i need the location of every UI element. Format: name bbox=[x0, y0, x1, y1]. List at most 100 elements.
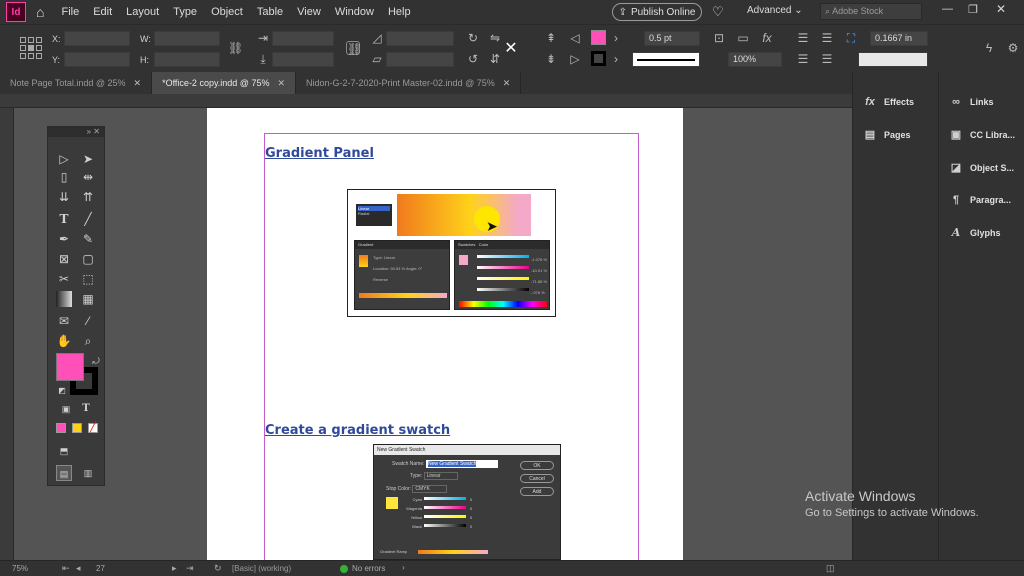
zoom-field[interactable]: 100% bbox=[728, 52, 782, 67]
publish-online-button[interactable]: ⇪ Publish Online bbox=[612, 3, 702, 21]
panel-effects[interactable]: fx Effects bbox=[863, 96, 914, 108]
select-content-icon[interactable]: ⇟ bbox=[544, 52, 558, 66]
scale-y-field[interactable] bbox=[272, 52, 334, 67]
gradient-feather-tool-icon[interactable]: ▦ bbox=[80, 291, 96, 307]
home-icon[interactable]: ⌂ bbox=[36, 4, 44, 20]
menu-table[interactable]: Table bbox=[250, 6, 290, 18]
zoom-tool-icon[interactable]: ⌕ bbox=[80, 333, 96, 349]
close-window-icon[interactable]: ✕ bbox=[996, 2, 1006, 16]
y-field[interactable] bbox=[64, 52, 130, 67]
tab-office-2[interactable]: *Office-2 copy.indd @ 75% ✕ bbox=[152, 72, 296, 94]
content-collector-icon[interactable]: ⇊ bbox=[56, 189, 72, 205]
reference-point-icon[interactable] bbox=[20, 37, 42, 59]
refresh-icon[interactable]: ↻ bbox=[214, 563, 222, 574]
shear-field[interactable] bbox=[386, 52, 454, 67]
apply-none-icon[interactable]: ╱ bbox=[88, 423, 98, 433]
stroke-dropdown-icon[interactable]: › bbox=[609, 52, 623, 66]
menu-layout[interactable]: Layout bbox=[119, 6, 166, 18]
note-tool-icon[interactable]: ✉ bbox=[56, 313, 72, 329]
gradient-swatch-tool-icon[interactable] bbox=[56, 291, 72, 307]
menu-type[interactable]: Type bbox=[166, 6, 204, 18]
scale-x-field[interactable] bbox=[272, 31, 334, 46]
constrain-proportions-icon[interactable]: ⛓ bbox=[228, 41, 243, 55]
workspace-switcher[interactable]: Advanced ⌄ bbox=[747, 5, 803, 16]
fill-color-swatch[interactable] bbox=[56, 353, 84, 381]
preflight-profile[interactable]: [Basic] (working) bbox=[232, 564, 291, 573]
preview-mode-icon[interactable]: ▥ bbox=[80, 465, 96, 481]
rotate-icon[interactable]: ◿ bbox=[370, 31, 384, 45]
line-tool-icon[interactable]: ╱ bbox=[80, 211, 96, 227]
offset-field[interactable]: 0.1667 in bbox=[870, 31, 928, 46]
swap-colors-icon[interactable]: ⤾ bbox=[88, 353, 104, 369]
tab-nidon[interactable]: Nidon-G-2-7-2020-Print Master-02.indd @ … bbox=[296, 72, 522, 94]
stroke-type-field[interactable] bbox=[632, 52, 700, 67]
menu-file[interactable]: File bbox=[54, 6, 86, 18]
close-tab-icon[interactable]: ✕ bbox=[277, 78, 285, 89]
restore-icon[interactable]: ❐ bbox=[968, 3, 978, 16]
flip-h-icon[interactable]: ⇋ bbox=[488, 31, 502, 45]
heading-create-gradient-swatch[interactable]: Create a gradient swatch bbox=[265, 423, 450, 438]
page-tool-icon[interactable]: ▯ bbox=[56, 169, 72, 185]
last-page-icon[interactable]: ⇥ bbox=[186, 563, 194, 574]
change-screen-mode-icon[interactable]: ⬒ bbox=[56, 443, 72, 459]
content-placer-icon[interactable]: ⇈ bbox=[80, 189, 96, 205]
effects-fx-icon[interactable]: fx bbox=[760, 31, 774, 45]
horizontal-ruler[interactable] bbox=[0, 94, 852, 108]
rectangle-frame-tool-icon[interactable]: ⊠ bbox=[56, 251, 72, 267]
select-container-icon[interactable]: ⇞ bbox=[544, 31, 558, 45]
formatting-text-icon[interactable]: T bbox=[78, 401, 94, 417]
indesign-logo[interactable]: Id bbox=[6, 2, 26, 22]
apply-gradient-icon[interactable] bbox=[72, 423, 82, 433]
link-icon[interactable]: ⛓ bbox=[346, 41, 362, 56]
align-right-icon[interactable]: ☰ bbox=[796, 52, 810, 66]
figure-new-gradient-swatch[interactable]: New Gradient Swatch Swatch Name: New Gra… bbox=[373, 444, 561, 560]
panel-pages[interactable]: ▤ Pages bbox=[863, 128, 911, 141]
rotate-field[interactable] bbox=[386, 31, 454, 46]
flip-v-icon[interactable]: ⇵ bbox=[488, 52, 502, 66]
free-transform-tool-icon[interactable]: ⬚ bbox=[80, 271, 96, 287]
figure-gradient-panel[interactable]: ➤ Linear Radial Gradient Type: Linear Lo… bbox=[347, 189, 556, 317]
shear-icon[interactable]: ▱ bbox=[370, 52, 384, 66]
scale-x-icon[interactable]: ⇥ bbox=[256, 31, 270, 45]
select-prev-icon[interactable]: ◁ bbox=[568, 31, 582, 45]
menu-help[interactable]: Help bbox=[381, 6, 418, 18]
w-field[interactable] bbox=[154, 31, 220, 46]
panel-glyphs[interactable]: A Glyphs bbox=[949, 226, 1001, 239]
selection-tool-icon[interactable]: ▷ bbox=[56, 151, 72, 167]
heading-gradient-panel[interactable]: Gradient Panel bbox=[265, 146, 374, 161]
first-page-icon[interactable]: ⇤ bbox=[62, 563, 70, 574]
panel-cc-libraries[interactable]: ▣ CC Libra... bbox=[949, 128, 1015, 141]
close-overlay-icon[interactable]: ✕ bbox=[504, 41, 518, 57]
gap-tool-icon[interactable]: ⇹ bbox=[80, 169, 96, 185]
tab-note-page[interactable]: Note Page Total.indd @ 25% ✕ bbox=[0, 72, 153, 94]
h-field[interactable] bbox=[154, 52, 220, 67]
stroke-swatch[interactable] bbox=[591, 51, 606, 66]
scissors-tool-icon[interactable]: ✂ bbox=[56, 271, 72, 287]
style-field[interactable] bbox=[858, 52, 928, 67]
vertical-ruler[interactable] bbox=[0, 108, 14, 560]
settings-icon[interactable]: ⚙ bbox=[1006, 41, 1020, 55]
preflight-status[interactable]: No errors bbox=[352, 564, 385, 573]
status-page-number[interactable]: 27 bbox=[96, 564, 105, 573]
prev-page-icon[interactable]: ◂ bbox=[76, 563, 81, 574]
minimize-icon[interactable]: — bbox=[942, 3, 953, 15]
apply-color-icon[interactable] bbox=[56, 423, 66, 433]
x-field[interactable] bbox=[64, 31, 130, 46]
formatting-container-icon[interactable]: ▣ bbox=[58, 401, 74, 417]
eyedropper-tool-icon[interactable]: ⁄ bbox=[80, 313, 96, 329]
close-tab-icon[interactable]: ✕ bbox=[503, 78, 511, 89]
rectangle-tool-icon[interactable]: ▢ bbox=[80, 251, 96, 267]
pencil-tool-icon[interactable]: ✎ bbox=[80, 231, 96, 247]
next-page-icon[interactable]: ▸ bbox=[172, 563, 177, 574]
text-wrap-icon[interactable]: ⊡ bbox=[712, 31, 726, 45]
preflight-menu-icon[interactable]: › bbox=[402, 563, 405, 572]
auto-fit-icon[interactable]: ⛶ bbox=[844, 31, 858, 45]
select-next-icon[interactable]: ▷ bbox=[568, 52, 582, 66]
panel-links[interactable]: ∞ Links bbox=[949, 96, 993, 108]
default-colors-icon[interactable]: ◩ bbox=[54, 383, 70, 399]
close-tab-icon[interactable]: ✕ bbox=[134, 78, 142, 89]
collapse-toolbox-icon[interactable]: » ✕ bbox=[48, 127, 104, 137]
menu-window[interactable]: Window bbox=[328, 6, 381, 18]
stroke-weight-field[interactable]: 0.5 pt bbox=[644, 31, 700, 46]
frame-fit-icon[interactable]: ▭ bbox=[736, 31, 750, 45]
